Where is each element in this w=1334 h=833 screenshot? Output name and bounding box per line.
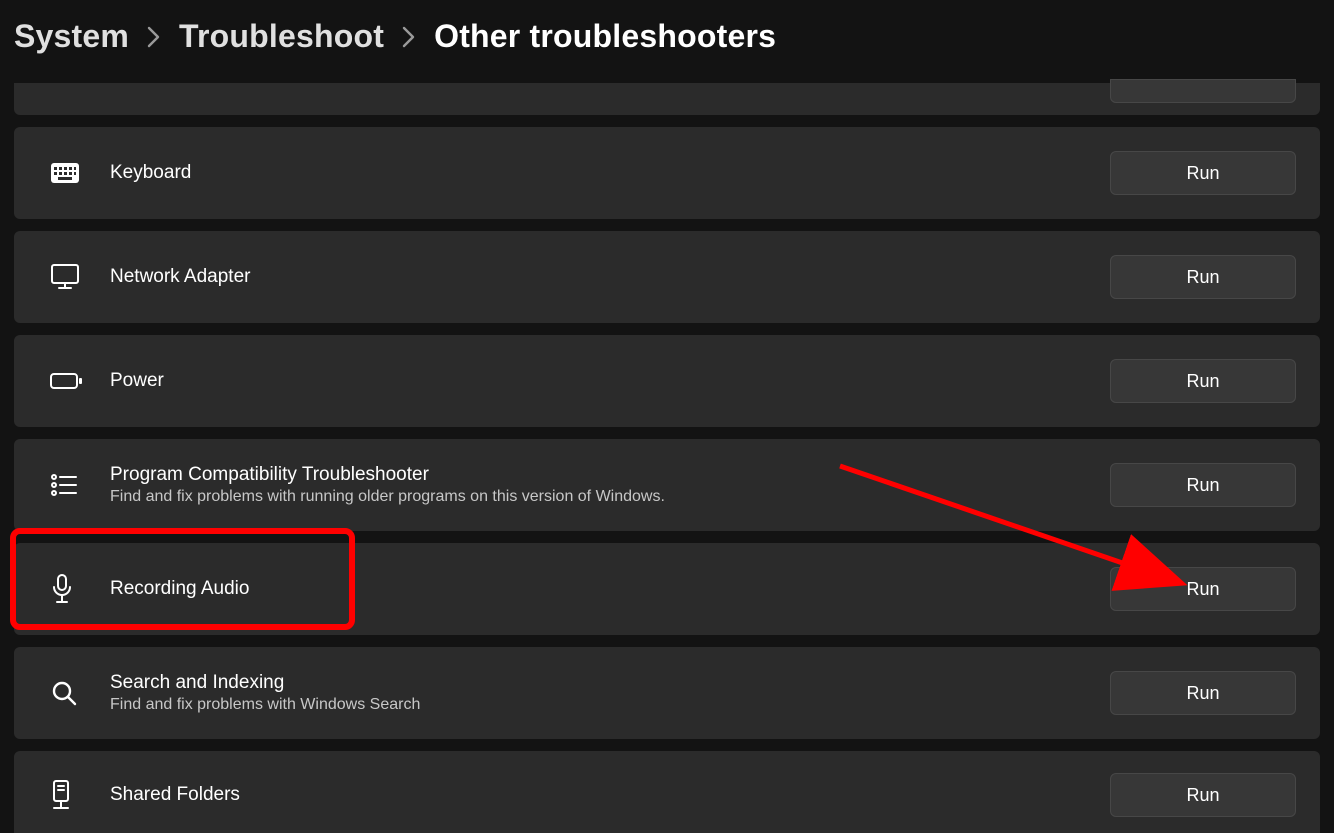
card-text: Network Adapter: [110, 266, 1110, 288]
card-desc: Find and fix problems with running older…: [110, 488, 1110, 506]
server-icon: [50, 780, 110, 810]
troubleshooter-card-network-adapter: Network Adapter Run: [14, 231, 1320, 323]
troubleshooter-list: Find and fix problems with incoming comp…: [0, 83, 1334, 833]
run-button[interactable]: Run: [1110, 79, 1296, 103]
troubleshooter-card-keyboard: Keyboard Run: [14, 127, 1320, 219]
card-title: Program Compatibility Troubleshooter: [110, 464, 1110, 486]
chevron-right-icon: [147, 26, 161, 48]
run-button[interactable]: Run: [1110, 773, 1296, 817]
troubleshooter-card-search-indexing: Search and Indexing Find and fix problem…: [14, 647, 1320, 739]
run-button[interactable]: Run: [1110, 151, 1296, 195]
troubleshooter-card-recording-audio: Recording Audio Run: [14, 543, 1320, 635]
card-title: Power: [110, 370, 1110, 392]
card-text: Shared Folders: [110, 784, 1110, 806]
card-desc: Find and fix problems with Windows Searc…: [110, 696, 1110, 714]
run-button[interactable]: Run: [1110, 463, 1296, 507]
card-text: Program Compatibility Troubleshooter Fin…: [110, 464, 1110, 506]
card-text: Recording Audio: [110, 578, 1110, 600]
keyboard-icon: [50, 162, 110, 184]
card-title: Search and Indexing: [110, 672, 1110, 694]
chevron-right-icon: [402, 26, 416, 48]
microphone-icon: [50, 574, 110, 604]
card-text: Search and Indexing Find and fix problem…: [110, 672, 1110, 714]
card-text: Find and fix problems with incoming comp…: [110, 87, 1110, 105]
troubleshooter-card-shared-folders: Shared Folders Run: [14, 751, 1320, 833]
troubleshooter-card-incoming-connections: Find and fix problems with incoming comp…: [14, 83, 1320, 115]
card-text: Keyboard: [110, 162, 1110, 184]
search-icon: [50, 679, 110, 707]
list-icon: [50, 473, 110, 497]
battery-icon: [50, 371, 110, 391]
card-text: Power: [110, 370, 1110, 392]
breadcrumb-system[interactable]: System: [14, 18, 129, 55]
card-title: Recording Audio: [110, 578, 1110, 600]
run-button[interactable]: Run: [1110, 359, 1296, 403]
troubleshooter-card-program-compatibility: Program Compatibility Troubleshooter Fin…: [14, 439, 1320, 531]
monitor-icon: [50, 263, 110, 291]
card-title: Keyboard: [110, 162, 1110, 184]
breadcrumb: System Troubleshoot Other troubleshooter…: [0, 0, 1334, 83]
breadcrumb-troubleshoot[interactable]: Troubleshoot: [179, 18, 384, 55]
run-button[interactable]: Run: [1110, 671, 1296, 715]
run-button[interactable]: Run: [1110, 567, 1296, 611]
run-button[interactable]: Run: [1110, 255, 1296, 299]
card-title: Shared Folders: [110, 784, 1110, 806]
card-title: Network Adapter: [110, 266, 1110, 288]
troubleshooter-card-power: Power Run: [14, 335, 1320, 427]
breadcrumb-current: Other troubleshooters: [434, 18, 776, 55]
